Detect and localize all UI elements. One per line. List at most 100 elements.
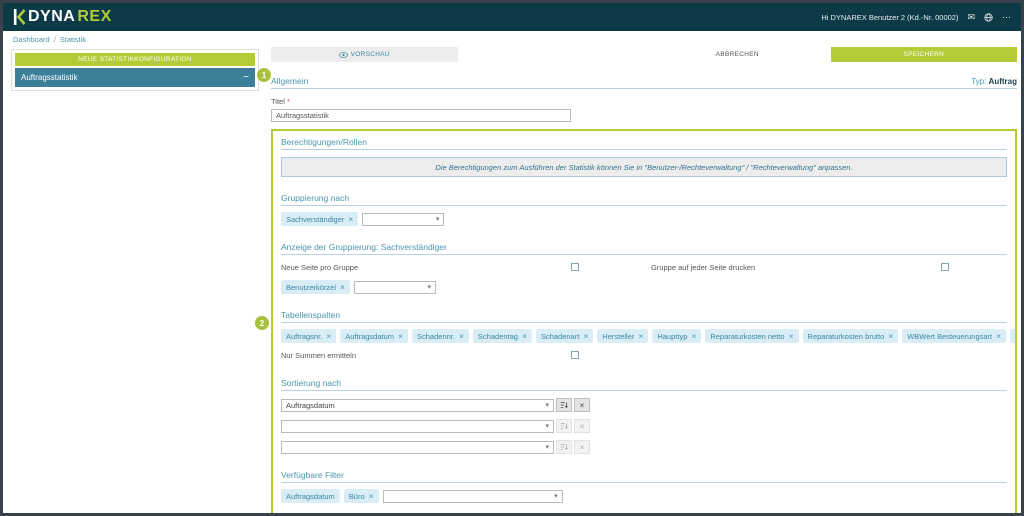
filter-chip[interactable]: Haupttyp ×	[652, 329, 702, 343]
logo-text-accent: REX	[77, 8, 112, 25]
filter-chip[interactable]: Auftragsdatum ×	[340, 329, 408, 343]
collapse-minus-icon[interactable]: −	[243, 72, 249, 83]
app-window: DYNA REX Hi DYNAREX Benutzer 2 (Kd.-Nr. 0…	[0, 0, 1024, 516]
new-page-per-group-checkbox[interactable]	[571, 263, 579, 271]
chevron-down-icon: ▾	[427, 283, 431, 291]
chip-label: Auftragsnr.	[286, 331, 323, 341]
filter-chip[interactable]: Benutzerkürzel ×	[281, 280, 350, 294]
sort-field-select-1[interactable]: Auftragsdatum ▾	[281, 398, 554, 412]
breadcrumb-link-dashboard[interactable]: Dashboard	[13, 35, 50, 44]
breadcrumb: Dashboard / Statistik	[3, 31, 1021, 47]
section-heading-tabellenspalten: Tabellenspalten	[281, 310, 1007, 323]
chip-remove-icon[interactable]: ×	[348, 214, 353, 224]
only-sums-checkbox[interactable]	[571, 351, 579, 359]
remove-x-icon: ×	[579, 400, 585, 410]
chip-remove-icon[interactable]: ×	[888, 331, 893, 341]
filter-chip[interactable]: Auftragsdatum	[281, 489, 340, 503]
chip-remove-icon[interactable]: ×	[638, 331, 643, 341]
sort-direction-button-1[interactable]	[556, 398, 572, 412]
filter-chip[interactable]: Auftragsnr. ×	[281, 329, 337, 343]
sort-field-select-3[interactable]: ▾	[281, 440, 554, 454]
sidebar-item-auftragsstatistik[interactable]: Auftragsstatistik −	[15, 68, 255, 87]
chip-label: WBWert Besteuerungsart	[907, 331, 993, 341]
preview-button[interactable]: VORSCHAU	[271, 47, 458, 62]
filter-chip[interactable]: Schadenart ×	[535, 329, 594, 343]
chip-label: Sachverständiger	[286, 214, 345, 224]
sort-order-icon	[560, 423, 568, 430]
title-label-text: Titel	[271, 97, 285, 106]
chip-remove-icon[interactable]: ×	[340, 282, 345, 292]
chip-remove-icon[interactable]: ×	[583, 331, 588, 341]
chevron-down-icon: ▾	[545, 422, 549, 430]
select-value: Auftragsdatum	[286, 400, 335, 410]
chip-remove-icon[interactable]: ×	[459, 331, 464, 341]
more-icon[interactable]: ⋯	[1002, 12, 1011, 22]
chip-label: WBWert brutto	[1015, 332, 1017, 341]
sort-remove-button-2[interactable]: ×	[574, 419, 590, 433]
highlighted-config-region: Berechtigungen/Rollen Die Berechtigungen…	[271, 129, 1017, 513]
sort-direction-button-2[interactable]	[556, 419, 572, 433]
mail-icon[interactable]: ✉	[967, 12, 975, 22]
filter-chip[interactable]: Reparaturkosten brutto ×	[802, 329, 899, 343]
breadcrumb-link-statistik[interactable]: Statistik	[60, 35, 86, 44]
title-field-label: Titel *	[271, 97, 1017, 106]
filter-chip[interactable]: Sachverständiger ×	[281, 212, 359, 226]
filter-chip[interactable]: Schadentag ×	[472, 329, 532, 343]
section-heading-gruppierung: Gruppierung nach	[281, 193, 1007, 206]
filters-add-select[interactable]: ▾	[382, 489, 563, 503]
statistic-type: Typ: Auftrag	[971, 77, 1017, 86]
grouping-add-select[interactable]: ▾	[362, 212, 445, 226]
remove-x-icon: ×	[579, 442, 585, 452]
chip-remove-icon[interactable]: ×	[369, 491, 374, 501]
table-columns-chip-row: Auftragsnr. × Auftragsdatum × Schadennr. × Sch…	[281, 329, 1015, 343]
chip-remove-icon[interactable]: ×	[691, 331, 696, 341]
chip-remove-icon[interactable]: ×	[996, 331, 1001, 341]
section-heading-anzeige-gruppierung: Anzeige der Gruppierung: Sachverständige…	[281, 242, 1007, 255]
chip-label: Auftragsdatum	[286, 491, 335, 501]
cancel-button[interactable]: ABBRECHEN	[644, 47, 831, 62]
annotation-badge-2: 2	[255, 316, 269, 330]
save-button[interactable]: SPEICHERN	[830, 47, 1017, 62]
sort-order-icon	[560, 444, 568, 451]
filter-chip[interactable]: WBWert Besteuerungsart ×	[902, 329, 1007, 343]
type-value[interactable]: Auftrag	[989, 77, 1017, 86]
chevron-down-icon: ▾	[545, 401, 549, 409]
sort-order-icon	[560, 402, 568, 409]
breadcrumb-separator: /	[53, 34, 56, 44]
print-group-checkbox[interactable]	[941, 263, 949, 271]
logo-text-primary: DYNA	[28, 8, 76, 25]
chevron-down-icon: ▾	[554, 492, 558, 500]
sort-remove-button-1[interactable]: ×	[574, 398, 590, 412]
section-heading-sortierung: Sortierung nach	[281, 378, 1007, 391]
grouping-display-chip-row: Benutzerkürzel × ▾	[281, 280, 1007, 294]
statistics-sidebar: NEUE STATISTIKKONFIGURATION Auftragsstat…	[11, 49, 259, 91]
filter-chip[interactable]: Reparaturkosten netto ×	[705, 329, 799, 343]
grouping-display-add-select[interactable]: ▾	[354, 280, 436, 294]
chip-remove-icon[interactable]: ×	[789, 331, 794, 341]
filter-chip[interactable]: WBWert brutto×	[1010, 329, 1017, 343]
globe-icon[interactable]	[984, 12, 993, 22]
chevron-down-icon: ▾	[545, 443, 549, 451]
type-label: Typ:	[971, 77, 987, 86]
filter-chip[interactable]: Büro ×	[343, 489, 379, 503]
new-statistic-config-button[interactable]: NEUE STATISTIKKONFIGURATION	[15, 53, 255, 66]
chip-label: Schadenart	[540, 331, 580, 341]
print-group-label: Gruppe auf jeder Seite drucken	[651, 263, 756, 272]
chip-remove-icon[interactable]: ×	[522, 331, 527, 341]
chip-label: Schadennr.	[417, 331, 455, 341]
remove-x-icon: ×	[579, 421, 585, 431]
section-heading-berechtigungen: Berechtigungen/Rollen	[281, 137, 1007, 150]
filter-chip[interactable]: Hersteller ×	[597, 329, 649, 343]
title-input[interactable]: Auftragsstatistik	[271, 109, 571, 122]
sort-field-select-2[interactable]: ▾	[281, 419, 554, 433]
sort-row-3: ▾ ×	[281, 440, 1007, 454]
section-title: Allgemein	[271, 76, 309, 86]
sort-direction-button-3[interactable]	[556, 440, 572, 454]
preview-button-label: VORSCHAU	[350, 51, 390, 58]
filter-chip[interactable]: Schadennr. ×	[412, 329, 469, 343]
chip-remove-icon[interactable]: ×	[326, 331, 331, 341]
sort-remove-button-3[interactable]: ×	[574, 440, 590, 454]
config-toolbar: VORSCHAU ABBRECHEN SPEICHERN	[271, 47, 1017, 62]
chip-remove-icon[interactable]: ×	[398, 331, 403, 341]
grouping-chip-row: Sachverständiger × ▾	[281, 212, 1007, 226]
